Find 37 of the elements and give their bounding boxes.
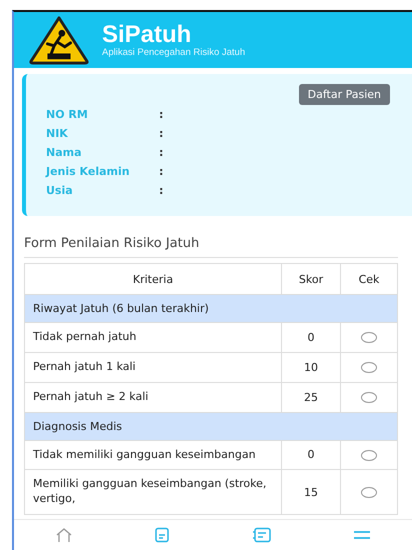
group-header: Diagnosis Medis: [24, 412, 398, 440]
radio-button[interactable]: [361, 487, 377, 498]
radio-button[interactable]: [361, 450, 377, 461]
table-cell: 0: [282, 440, 340, 470]
app-title: SiPatuh: [102, 22, 192, 48]
document-icon[interactable]: [154, 527, 170, 543]
table-cell: 25: [282, 382, 340, 412]
table-cell: 15: [282, 470, 340, 515]
field-separator: :: [159, 108, 164, 121]
app-subtitle: Aplikasi Pencegahan Risiko Jatuh: [102, 47, 246, 58]
field-label: NIK: [46, 127, 69, 140]
table-cell: Pernah jatuh ≥ 2 kali: [24, 382, 282, 412]
table-cell: Tidak memiliki gangguan keseimbangan: [24, 440, 282, 470]
field-label: Usia: [46, 184, 74, 197]
radio-button[interactable]: [361, 362, 377, 374]
field-separator: :: [159, 146, 164, 159]
table-cell: 10: [282, 352, 340, 382]
field-label: Jenis Kelamin: [46, 165, 131, 178]
field-separator: :: [159, 165, 164, 178]
field-label: Nama: [46, 146, 83, 159]
menu-icon[interactable]: [353, 529, 372, 541]
patient-list-button[interactable]: Daftar Pasien: [298, 84, 390, 105]
radio-button[interactable]: [361, 392, 377, 404]
form-title: Form Penilaian Risiko Jatuh: [24, 236, 398, 258]
table-cell: Pernah jatuh 1 kali: [24, 352, 282, 382]
field-separator: :: [159, 184, 164, 197]
warning-sign-icon: [28, 15, 90, 65]
field-separator: :: [159, 127, 164, 140]
column-header: Kriteria: [24, 264, 282, 294]
group-header: Riwayat Jatuh (6 bulan terakhir): [24, 294, 398, 322]
table-cell: Memiliki gangguan keseimbangan (stroke, vertigo,: [24, 470, 282, 515]
list-icon[interactable]: [252, 527, 272, 543]
table-cell: 0: [282, 322, 340, 352]
table-cell: Tidak pernah jatuh: [24, 322, 282, 352]
home-icon[interactable]: [54, 527, 73, 543]
field-label: NO RM: [46, 108, 89, 121]
radio-button[interactable]: [361, 332, 377, 344]
